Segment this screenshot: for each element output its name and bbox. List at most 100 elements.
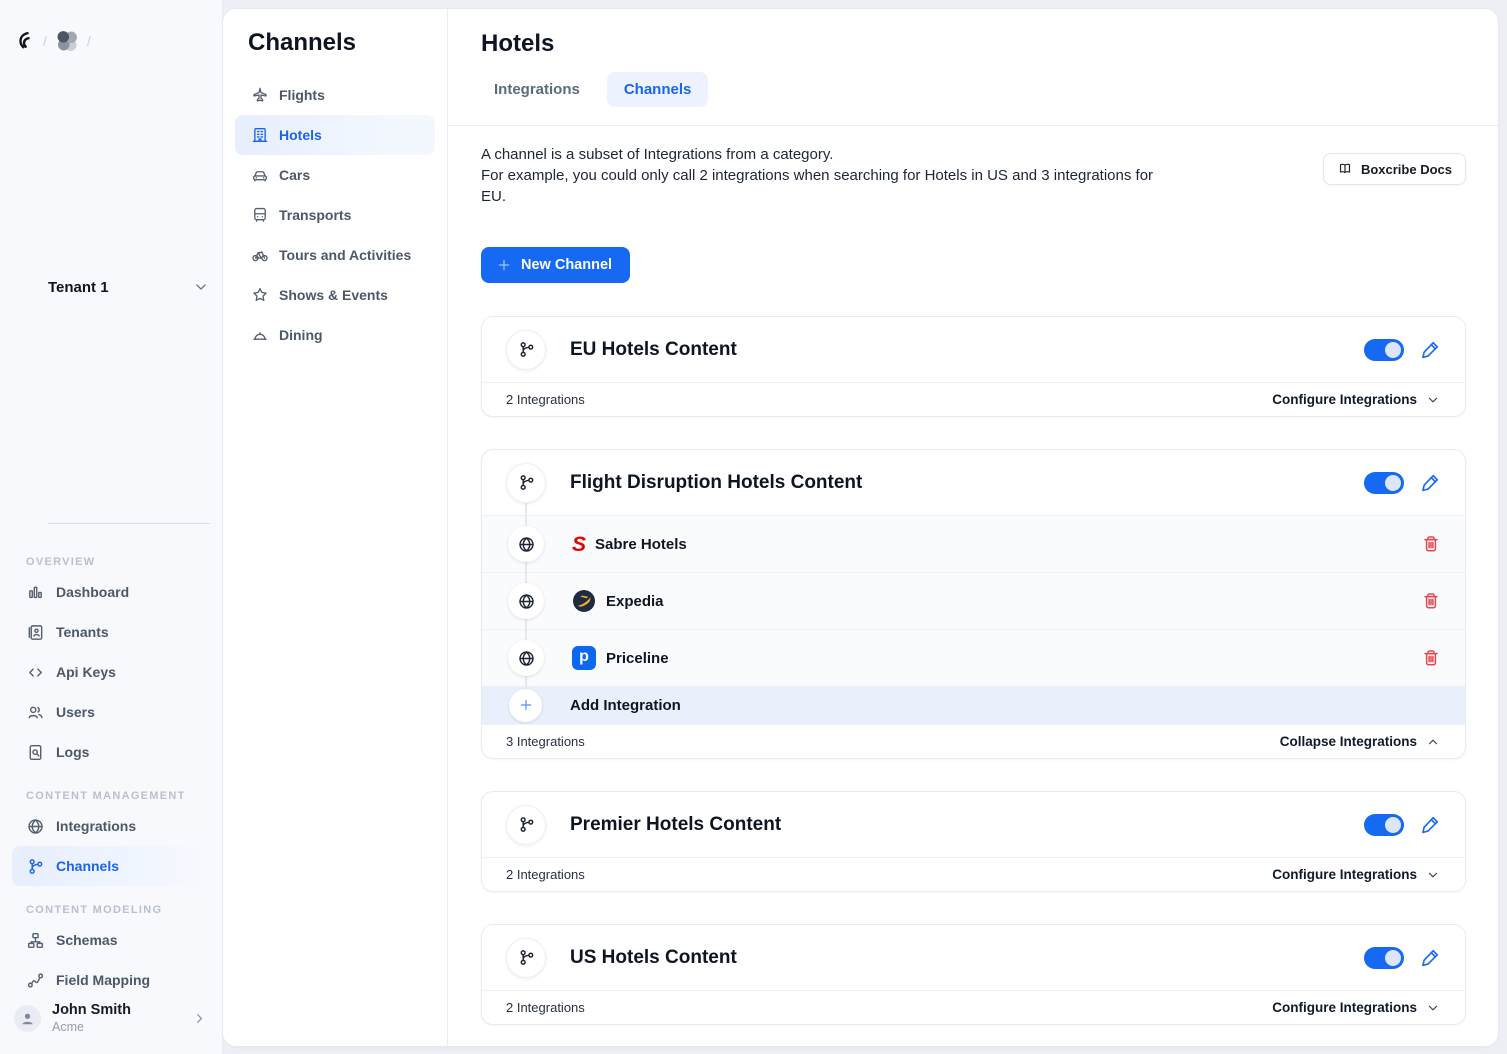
field-mapping-icon <box>26 971 45 990</box>
channel-title: US Hotels Content <box>570 947 737 969</box>
channel-enabled-toggle[interactable] <box>1364 472 1404 494</box>
channel-enabled-toggle[interactable] <box>1364 814 1404 836</box>
channel-category-tours-and-activities[interactable]: Tours and Activities <box>235 235 435 275</box>
chevron-up-icon <box>1425 734 1441 750</box>
edit-channel-icon[interactable] <box>1419 947 1441 969</box>
sidebar-item-field-mapping[interactable]: Field Mapping <box>12 960 210 996</box>
plus-icon <box>496 257 512 273</box>
sidebar-item-tenants[interactable]: Tenants <box>12 612 210 652</box>
channels-panel-title: Channels <box>235 29 435 57</box>
breadcrumb-separator: / <box>43 33 47 49</box>
channel-enabled-toggle[interactable] <box>1364 947 1404 969</box>
edit-channel-icon[interactable] <box>1419 814 1441 836</box>
sidebar-item-logs[interactable]: Logs <box>12 732 210 772</box>
sidebar-item-channels[interactable]: Channels <box>12 846 210 886</box>
sidebar-item-label: Api Keys <box>56 664 116 680</box>
sidebar-section-content-management: CONTENT MANAGEMENT Integrations Channels <box>12 790 210 886</box>
car-icon <box>251 166 269 184</box>
sidebar-item-api-keys[interactable]: Api Keys <box>12 652 210 692</box>
logs-icon <box>26 743 45 762</box>
breadcrumb-separator: / <box>87 33 91 49</box>
tab-bar: Integrations Channels <box>481 72 1465 107</box>
channel-category-dining[interactable]: Dining <box>235 315 435 355</box>
channel-category-label: Dining <box>279 327 323 343</box>
chevron-down-icon <box>1425 392 1441 408</box>
app-sidebar: / / Tenant 1 OVERVIEWDashboardTenantsApi… <box>0 0 222 1054</box>
new-channel-button[interactable]: New Channel <box>481 247 630 283</box>
add-integration-button[interactable]: Add Integration <box>482 686 1465 724</box>
sidebar-item-schemas[interactable]: Schemas <box>12 920 210 960</box>
app-logo-icon <box>14 30 36 52</box>
card-actions <box>1364 947 1441 969</box>
channel-category-flights[interactable]: Flights <box>235 75 435 115</box>
expedia-logo <box>572 589 596 613</box>
channel-category-hotels[interactable]: Hotels <box>235 115 435 155</box>
page-title: Hotels <box>481 30 1465 58</box>
sidebar-item-dashboard[interactable]: Dashboard <box>12 572 210 612</box>
integration-name: Sabre Hotels <box>595 536 687 553</box>
main-header: Hotels Integrations Channels <box>448 9 1498 126</box>
main-area: Hotels Integrations Channels A channel i… <box>448 9 1498 1046</box>
channel-category-shows-events[interactable]: Shows & Events <box>235 275 435 315</box>
user-name: John Smith <box>52 1002 131 1018</box>
channel-card-premier-hotels-content: Premier Hotels Content2 IntegrationsConf… <box>481 791 1466 892</box>
cloche-icon <box>251 326 269 344</box>
card-footer: 3 IntegrationsCollapse Integrations <box>482 724 1465 758</box>
channel-enabled-toggle[interactable] <box>1364 339 1404 361</box>
tenant-selector[interactable]: Tenant 1 <box>48 58 210 524</box>
edit-channel-icon[interactable] <box>1419 339 1441 361</box>
star-icon <box>251 286 269 304</box>
delete-integration-icon[interactable] <box>1421 648 1441 668</box>
plus-icon <box>509 689 542 722</box>
configure-integrations-button[interactable]: Configure Integrations <box>1272 1000 1441 1016</box>
edit-channel-icon[interactable] <box>1419 472 1441 494</box>
channel-card-eu-hotels-content: EU Hotels Content 2 Integrations Configure… <box>481 316 1466 417</box>
user-menu[interactable]: John Smith Acme <box>12 996 210 1036</box>
card-actions <box>1364 339 1441 361</box>
channel-card-flight-disruption-hotels-content: Flight Disruption Hotels Content S Sabre H… <box>481 449 1466 759</box>
configure-integrations-button[interactable]: Configure Integrations <box>1272 392 1441 408</box>
sidebar-section-overview: OVERVIEWDashboardTenantsApi KeysUsersLog… <box>12 556 210 772</box>
boxcribe-docs-button[interactable]: Boxcribe Docs <box>1323 153 1466 185</box>
hotel-icon <box>251 126 269 144</box>
sidebar-item-users[interactable]: Users <box>12 692 210 732</box>
delete-integration-icon[interactable] <box>1421 534 1441 554</box>
main-content: A channel is a subset of Integrations fr… <box>448 126 1498 1046</box>
card-actions <box>1364 814 1441 836</box>
channel-cards: EU Hotels Content 2 Integrations Configure… <box>481 316 1466 1025</box>
integration-name: Expedia <box>606 593 664 610</box>
channel-title: Premier Hotels Content <box>570 814 781 836</box>
card-header: US Hotels Content <box>482 925 1465 990</box>
sidebar-item-integrations[interactable]: Integrations <box>12 806 210 846</box>
user-avatar-icon <box>14 1005 41 1032</box>
channel-category-transports[interactable]: Transports <box>235 195 435 235</box>
globe-icon <box>508 526 544 562</box>
add-integration-label: Add Integration <box>570 697 681 714</box>
sidebar-item-label: Logs <box>56 744 89 760</box>
sabre-logo: S <box>572 534 585 555</box>
collapse-integrations-button[interactable]: Collapse Integrations <box>1280 734 1441 750</box>
toggle-knob <box>1385 342 1401 358</box>
sidebar-section-label: CONTENT MANAGEMENT <box>12 790 210 806</box>
channels-list-panel: Channels Flights HotelsCarsTransportsTour… <box>223 9 448 1046</box>
configure-integrations-button[interactable]: Configure Integrations <box>1272 867 1441 883</box>
user-org: Acme <box>52 1020 131 1034</box>
branch-icon <box>506 463 546 503</box>
plane-icon <box>251 86 269 104</box>
sidebar-item-label: Integrations <box>56 818 136 834</box>
content-panel: Channels FlightsHotelsCarsTransportsTour… <box>222 8 1499 1047</box>
delete-integration-icon[interactable] <box>1421 591 1441 611</box>
globe-icon <box>26 817 45 836</box>
org-avatar[interactable] <box>54 28 80 54</box>
channel-category-label: Flights <box>279 87 325 103</box>
sidebar-item-label: Field Mapping <box>56 972 150 988</box>
chevron-down-icon <box>1425 1000 1441 1016</box>
channel-category-cars[interactable]: Cars <box>235 155 435 195</box>
tab-integrations[interactable]: Integrations <box>481 72 593 107</box>
card-header: EU Hotels Content <box>482 317 1465 382</box>
tab-channels[interactable]: Channels <box>607 72 709 107</box>
channel-description: A channel is a subset of Integrations fr… <box>481 144 1466 207</box>
integration-count: 2 Integrations <box>506 392 585 407</box>
sidebar-sections: OVERVIEWDashboardTenantsApi KeysUsersLog… <box>12 538 210 996</box>
channel-title: Flight Disruption Hotels Content <box>570 472 862 494</box>
